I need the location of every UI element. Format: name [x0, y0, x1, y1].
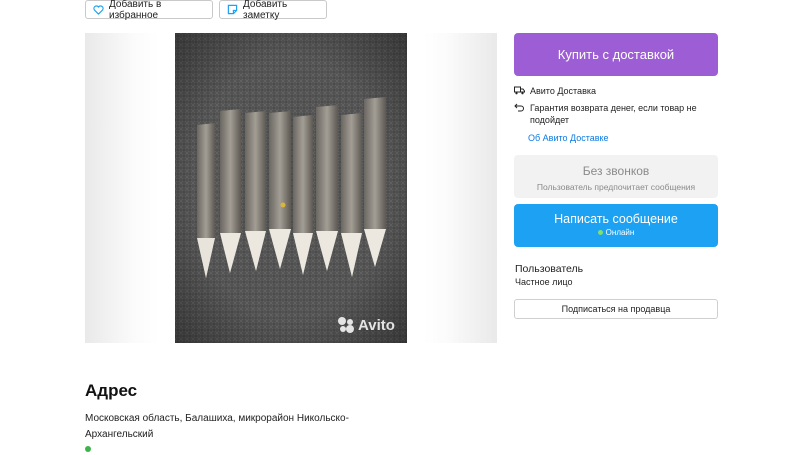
subscribe-label: Подписаться на продавца: [561, 304, 671, 314]
product-photo: [175, 33, 407, 343]
add-note-button[interactable]: Добавить заметку: [219, 0, 327, 21]
money-back-guarantee-row: Гарантия возврата денег, если товар не п…: [514, 102, 704, 126]
avito-delivery-row: Авито Доставка: [514, 85, 596, 98]
write-message-button[interactable]: Написать сообщение Онлайн: [514, 204, 718, 247]
heart-icon: [93, 4, 104, 15]
about-avito-delivery-link[interactable]: Об Авито Доставке: [528, 133, 609, 143]
write-message-label: Написать сообщение: [554, 212, 678, 226]
online-dot-icon: [597, 230, 603, 235]
no-calls-title: Без звонков: [582, 164, 650, 178]
buy-with-delivery-button[interactable]: Купить с доставкой: [514, 33, 718, 76]
truck-icon: [514, 85, 525, 98]
subscribe-to-seller-button[interactable]: Подписаться на продавца: [514, 299, 718, 319]
no-calls-notice: Без звонков Пользователь предпочитает со…: [514, 155, 718, 198]
online-label: Онлайн: [605, 228, 635, 237]
note-icon: [227, 4, 238, 15]
avito-watermark: Avito: [337, 316, 395, 334]
address-heading: Адрес: [85, 381, 138, 400]
seller-name[interactable]: Пользователь: [515, 263, 583, 275]
add-to-favorites-button[interactable]: Добавить в избранное: [85, 0, 213, 21]
buy-with-delivery-label: Купить с доставкой: [557, 47, 675, 62]
online-status: Онлайн: [514, 228, 718, 237]
return-arrow-icon: [514, 102, 525, 126]
product-gallery[interactable]: Avito: [85, 33, 497, 343]
add-note-label: Добавить заметку: [243, 0, 288, 21]
avito-logo-icon: [338, 317, 354, 333]
seller-type: Частное лицо: [515, 277, 573, 287]
watermark-text: Avito: [358, 316, 395, 334]
no-calls-subtitle: Пользователь предпочитает сообщения: [536, 182, 696, 192]
avito-delivery-label: Авито Доставка: [530, 86, 596, 96]
add-to-favorites-label: Добавить в избранное: [109, 0, 162, 21]
metro-dot-icon: [85, 446, 91, 452]
guarantee-label: Гарантия возврата денег, если товар не п…: [530, 103, 697, 125]
address-text: Московская область, Балашиха, микрорайон…: [85, 413, 349, 440]
